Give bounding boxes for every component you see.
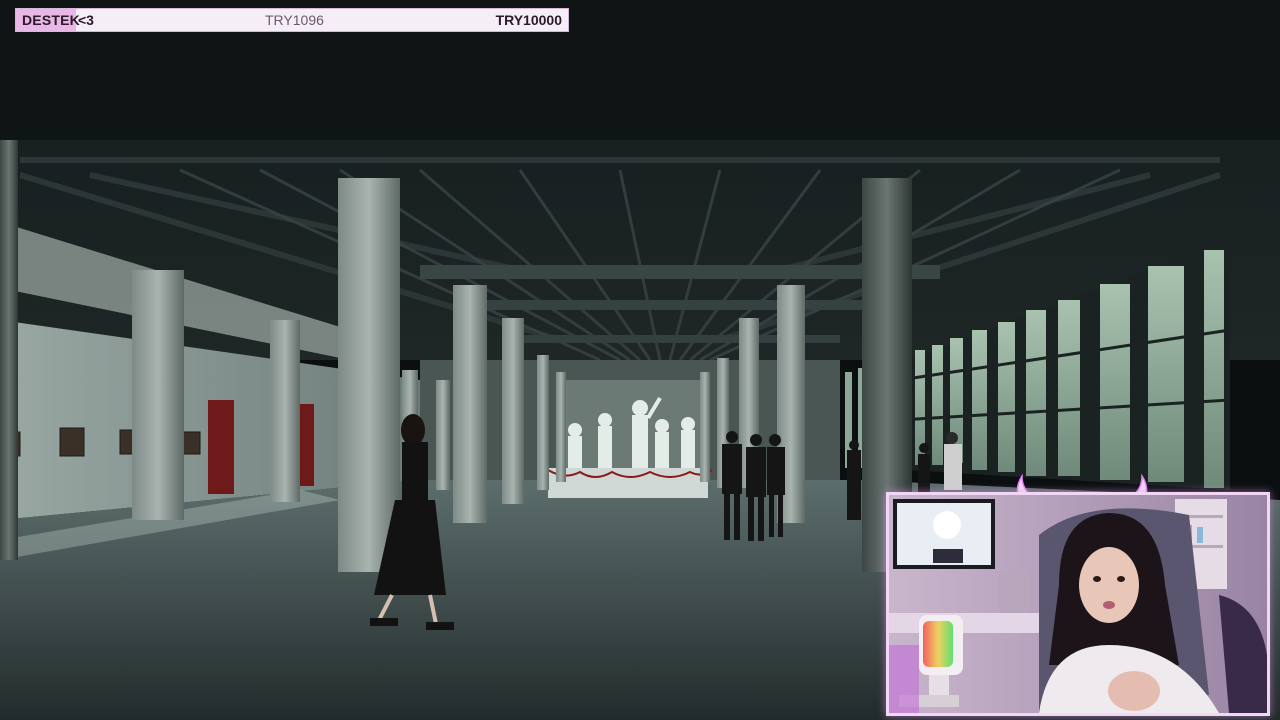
donation-goal-amount: TRY10000 [495, 12, 562, 28]
donation-label: DESTEK [22, 12, 80, 28]
webcam-overlay [886, 492, 1270, 716]
webcam-feed [889, 495, 1267, 713]
stream-view: DESTEK <3 TRY1096 TRY10000 [0, 0, 1280, 720]
heart-emoticon: <3 [78, 12, 94, 28]
donation-goal-bar: DESTEK <3 TRY1096 TRY10000 [15, 8, 569, 32]
donation-current-amount: TRY1096 [265, 12, 324, 28]
